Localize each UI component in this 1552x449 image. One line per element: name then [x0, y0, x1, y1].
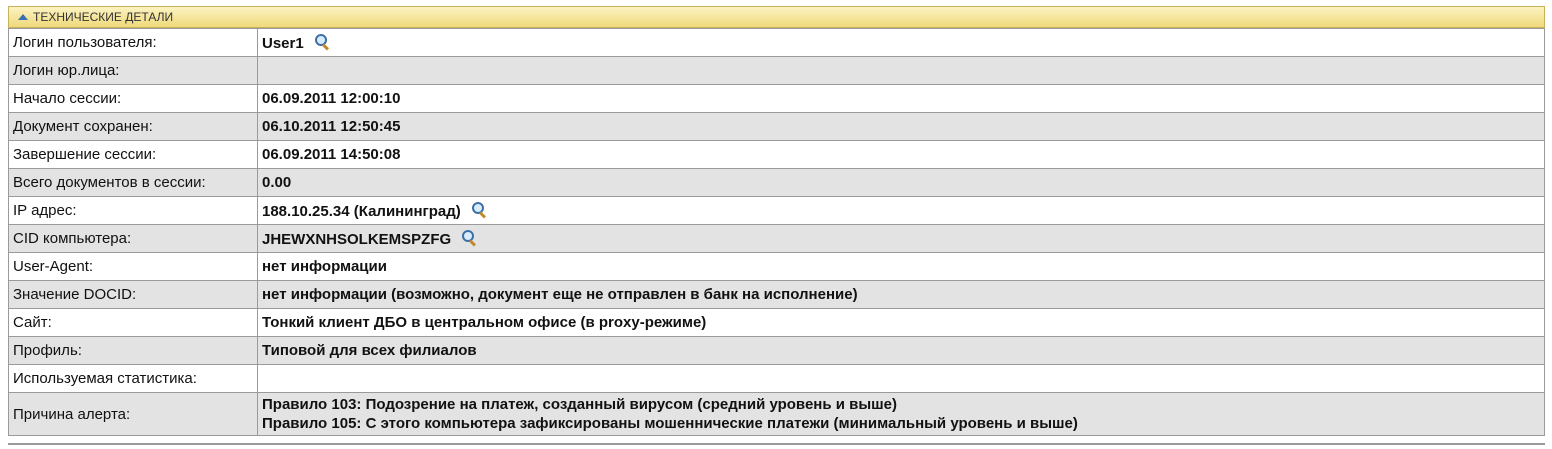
alert-rule-line: Правило 103: Подозрение на платеж, созда… [262, 396, 897, 413]
divider [8, 443, 1545, 445]
table-row: Начало сессии: 06.09.2011 12:00:10 [8, 84, 1545, 113]
row-value-user-agent: нет информации [257, 252, 1545, 281]
row-value-document-saved: 06.10.2011 12:50:45 [257, 112, 1545, 141]
row-label-document-saved: Документ сохранен: [8, 112, 258, 141]
row-label-session-end: Завершение сессии: [8, 140, 258, 169]
panel-header[interactable]: ТЕХНИЧЕСКИЕ ДЕТАЛИ [8, 6, 1545, 28]
row-value-docid: нет информации (возможно, документ еще н… [257, 280, 1545, 309]
row-value-session-end: 06.09.2011 14:50:08 [257, 140, 1545, 169]
row-value-alert-reason: Правило 103: Подозрение на платеж, созда… [257, 392, 1545, 436]
search-icon[interactable] [461, 229, 477, 247]
row-label-user-agent: User-Agent: [8, 252, 258, 281]
row-label-total-documents: Всего документов в сессии: [8, 168, 258, 197]
row-value-user-login: User1 [257, 28, 1545, 57]
row-value-computer-cid: JHEWXNHSOLKEMSPZFG [257, 224, 1545, 253]
row-label-alert-reason: Причина алерта: [8, 392, 258, 436]
row-label-statistics: Используемая статистика: [8, 364, 258, 393]
table-row: Сайт: Тонкий клиент ДБО в центральном оф… [8, 308, 1545, 337]
row-label-profile: Профиль: [8, 336, 258, 365]
row-value-ip-address: 188.10.25.34 (Калининград) [257, 196, 1545, 225]
table-row: Причина алерта: Правило 103: Подозрение … [8, 392, 1545, 436]
table-row: Завершение сессии: 06.09.2011 14:50:08 [8, 140, 1545, 169]
row-value-site: Тонкий клиент ДБО в центральном офисе (в… [257, 308, 1545, 337]
row-value-legal-login [257, 56, 1545, 85]
table-row: Профиль: Типовой для всех филиалов [8, 336, 1545, 365]
row-label-site: Сайт: [8, 308, 258, 337]
row-value-session-start: 06.09.2011 12:00:10 [257, 84, 1545, 113]
ip-address-value: 188.10.25.34 (Калининград) [262, 202, 461, 220]
row-value-total-documents: 0.00 [257, 168, 1545, 197]
table-row: Логин юр.лица: [8, 56, 1545, 85]
technical-details-panel: ТЕХНИЧЕСКИЕ ДЕТАЛИ Логин пользователя: U… [8, 6, 1545, 436]
search-icon[interactable] [471, 201, 487, 219]
table-row: Документ сохранен: 06.10.2011 12:50:45 [8, 112, 1545, 141]
table-row: CID компьютера: JHEWXNHSOLKEMSPZFG [8, 224, 1545, 253]
row-value-profile: Типовой для всех филиалов [257, 336, 1545, 365]
row-label-docid: Значение DOCID: [8, 280, 258, 309]
table-row: Логин пользователя: User1 [8, 28, 1545, 57]
row-label-user-login: Логин пользователя: [8, 28, 258, 57]
row-label-legal-login: Логин юр.лица: [8, 56, 258, 85]
row-label-session-start: Начало сессии: [8, 84, 258, 113]
computer-cid-value: JHEWXNHSOLKEMSPZFG [262, 230, 452, 248]
details-table: Логин пользователя: User1 Логин юр.лица:… [8, 28, 1545, 436]
row-label-ip-address: IP адрес: [8, 196, 258, 225]
table-row: User-Agent: нет информации [8, 252, 1545, 281]
table-row: IP адрес: 188.10.25.34 (Калининград) [8, 196, 1545, 225]
panel-title: ТЕХНИЧЕСКИЕ ДЕТАЛИ [33, 10, 174, 24]
table-row: Всего документов в сессии: 0.00 [8, 168, 1545, 197]
alert-rule-line: Правило 105: С этого компьютера зафиксир… [262, 415, 1078, 432]
table-row: Используемая статистика: [8, 364, 1545, 393]
table-row: Значение DOCID: нет информации (возможно… [8, 280, 1545, 309]
collapse-up-icon[interactable] [18, 14, 28, 20]
row-label-computer-cid: CID компьютера: [8, 224, 258, 253]
row-value-statistics [257, 364, 1545, 393]
search-icon[interactable] [314, 33, 330, 51]
user-login-value: User1 [262, 34, 304, 52]
